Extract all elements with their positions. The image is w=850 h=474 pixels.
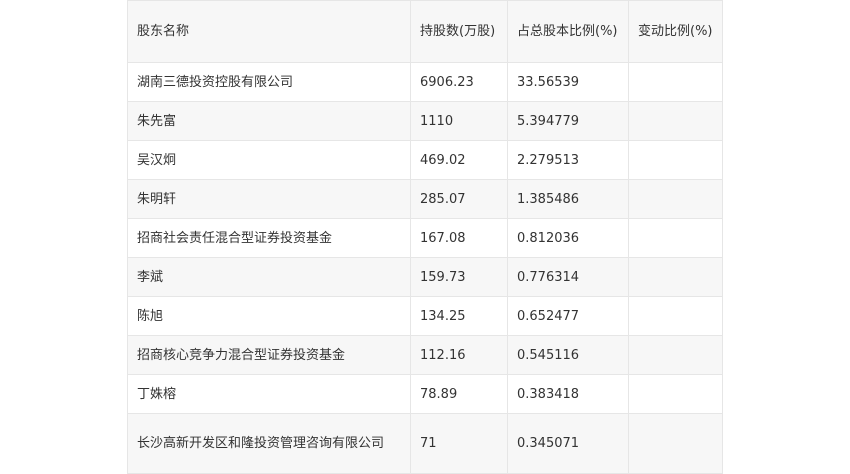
table-row: 长沙高新开发区和隆投资管理咨询有限公司 71 0.345071 <box>127 413 723 474</box>
header-share-ratio: 占总股本比例(%) <box>507 0 629 63</box>
cell-change-ratio <box>628 374 723 414</box>
cell-shares-held: 1110 <box>410 101 508 141</box>
cell-change-ratio <box>628 296 723 336</box>
table-header-row: 股东名称 持股数(万股) 占总股本比例(%) 变动比例(%) <box>127 0 723 63</box>
cell-share-ratio: 2.279513 <box>507 140 629 180</box>
table-row: 朱明轩 285.07 1.385486 <box>127 179 723 219</box>
cell-shares-held: 134.25 <box>410 296 508 336</box>
cell-change-ratio <box>628 335 723 375</box>
cell-change-ratio <box>628 179 723 219</box>
cell-shares-held: 6906.23 <box>410 62 508 102</box>
table-row: 陈旭 134.25 0.652477 <box>127 296 723 336</box>
cell-share-ratio: 0.812036 <box>507 218 629 258</box>
table-row: 李斌 159.73 0.776314 <box>127 257 723 297</box>
cell-shareholder-name: 朱明轩 <box>127 179 411 219</box>
cell-shares-held: 159.73 <box>410 257 508 297</box>
cell-shares-held: 469.02 <box>410 140 508 180</box>
table-row: 湖南三德投资控股有限公司 6906.23 33.56539 <box>127 62 723 102</box>
cell-shares-held: 112.16 <box>410 335 508 375</box>
cell-change-ratio <box>628 140 723 180</box>
cell-shares-held: 285.07 <box>410 179 508 219</box>
cell-share-ratio: 5.394779 <box>507 101 629 141</box>
table-row: 朱先富 1110 5.394779 <box>127 101 723 141</box>
cell-change-ratio <box>628 218 723 258</box>
cell-share-ratio: 0.545116 <box>507 335 629 375</box>
cell-shareholder-name: 招商社会责任混合型证券投资基金 <box>127 218 411 258</box>
table-row: 吴汉炯 469.02 2.279513 <box>127 140 723 180</box>
header-shareholder-name: 股东名称 <box>127 0 411 63</box>
cell-change-ratio <box>628 101 723 141</box>
cell-shareholder-name: 湖南三德投资控股有限公司 <box>127 62 411 102</box>
cell-shares-held: 71 <box>410 413 508 474</box>
cell-shareholder-name: 陈旭 <box>127 296 411 336</box>
table-row: 招商核心竞争力混合型证券投资基金 112.16 0.545116 <box>127 335 723 375</box>
cell-share-ratio: 0.652477 <box>507 296 629 336</box>
table-row: 招商社会责任混合型证券投资基金 167.08 0.812036 <box>127 218 723 258</box>
cell-shareholder-name: 李斌 <box>127 257 411 297</box>
cell-shareholder-name: 长沙高新开发区和隆投资管理咨询有限公司 <box>127 413 411 474</box>
cell-shares-held: 167.08 <box>410 218 508 258</box>
header-change-ratio: 变动比例(%) <box>628 0 723 63</box>
cell-share-ratio: 0.345071 <box>507 413 629 474</box>
shareholder-table-container: 股东名称 持股数(万股) 占总股本比例(%) 变动比例(%) 湖南三德投资控股有… <box>127 0 723 474</box>
cell-share-ratio: 33.56539 <box>507 62 629 102</box>
cell-shareholder-name: 朱先富 <box>127 101 411 141</box>
cell-change-ratio <box>628 62 723 102</box>
cell-share-ratio: 0.776314 <box>507 257 629 297</box>
cell-shareholder-name: 招商核心竞争力混合型证券投资基金 <box>127 335 411 375</box>
cell-change-ratio <box>628 257 723 297</box>
cell-change-ratio <box>628 413 723 474</box>
cell-share-ratio: 0.383418 <box>507 374 629 414</box>
cell-shareholder-name: 丁姝榕 <box>127 374 411 414</box>
cell-shares-held: 78.89 <box>410 374 508 414</box>
header-shares-held: 持股数(万股) <box>410 0 508 63</box>
cell-share-ratio: 1.385486 <box>507 179 629 219</box>
cell-shareholder-name: 吴汉炯 <box>127 140 411 180</box>
shareholder-table: 股东名称 持股数(万股) 占总股本比例(%) 变动比例(%) 湖南三德投资控股有… <box>127 0 723 474</box>
table-row: 丁姝榕 78.89 0.383418 <box>127 374 723 414</box>
